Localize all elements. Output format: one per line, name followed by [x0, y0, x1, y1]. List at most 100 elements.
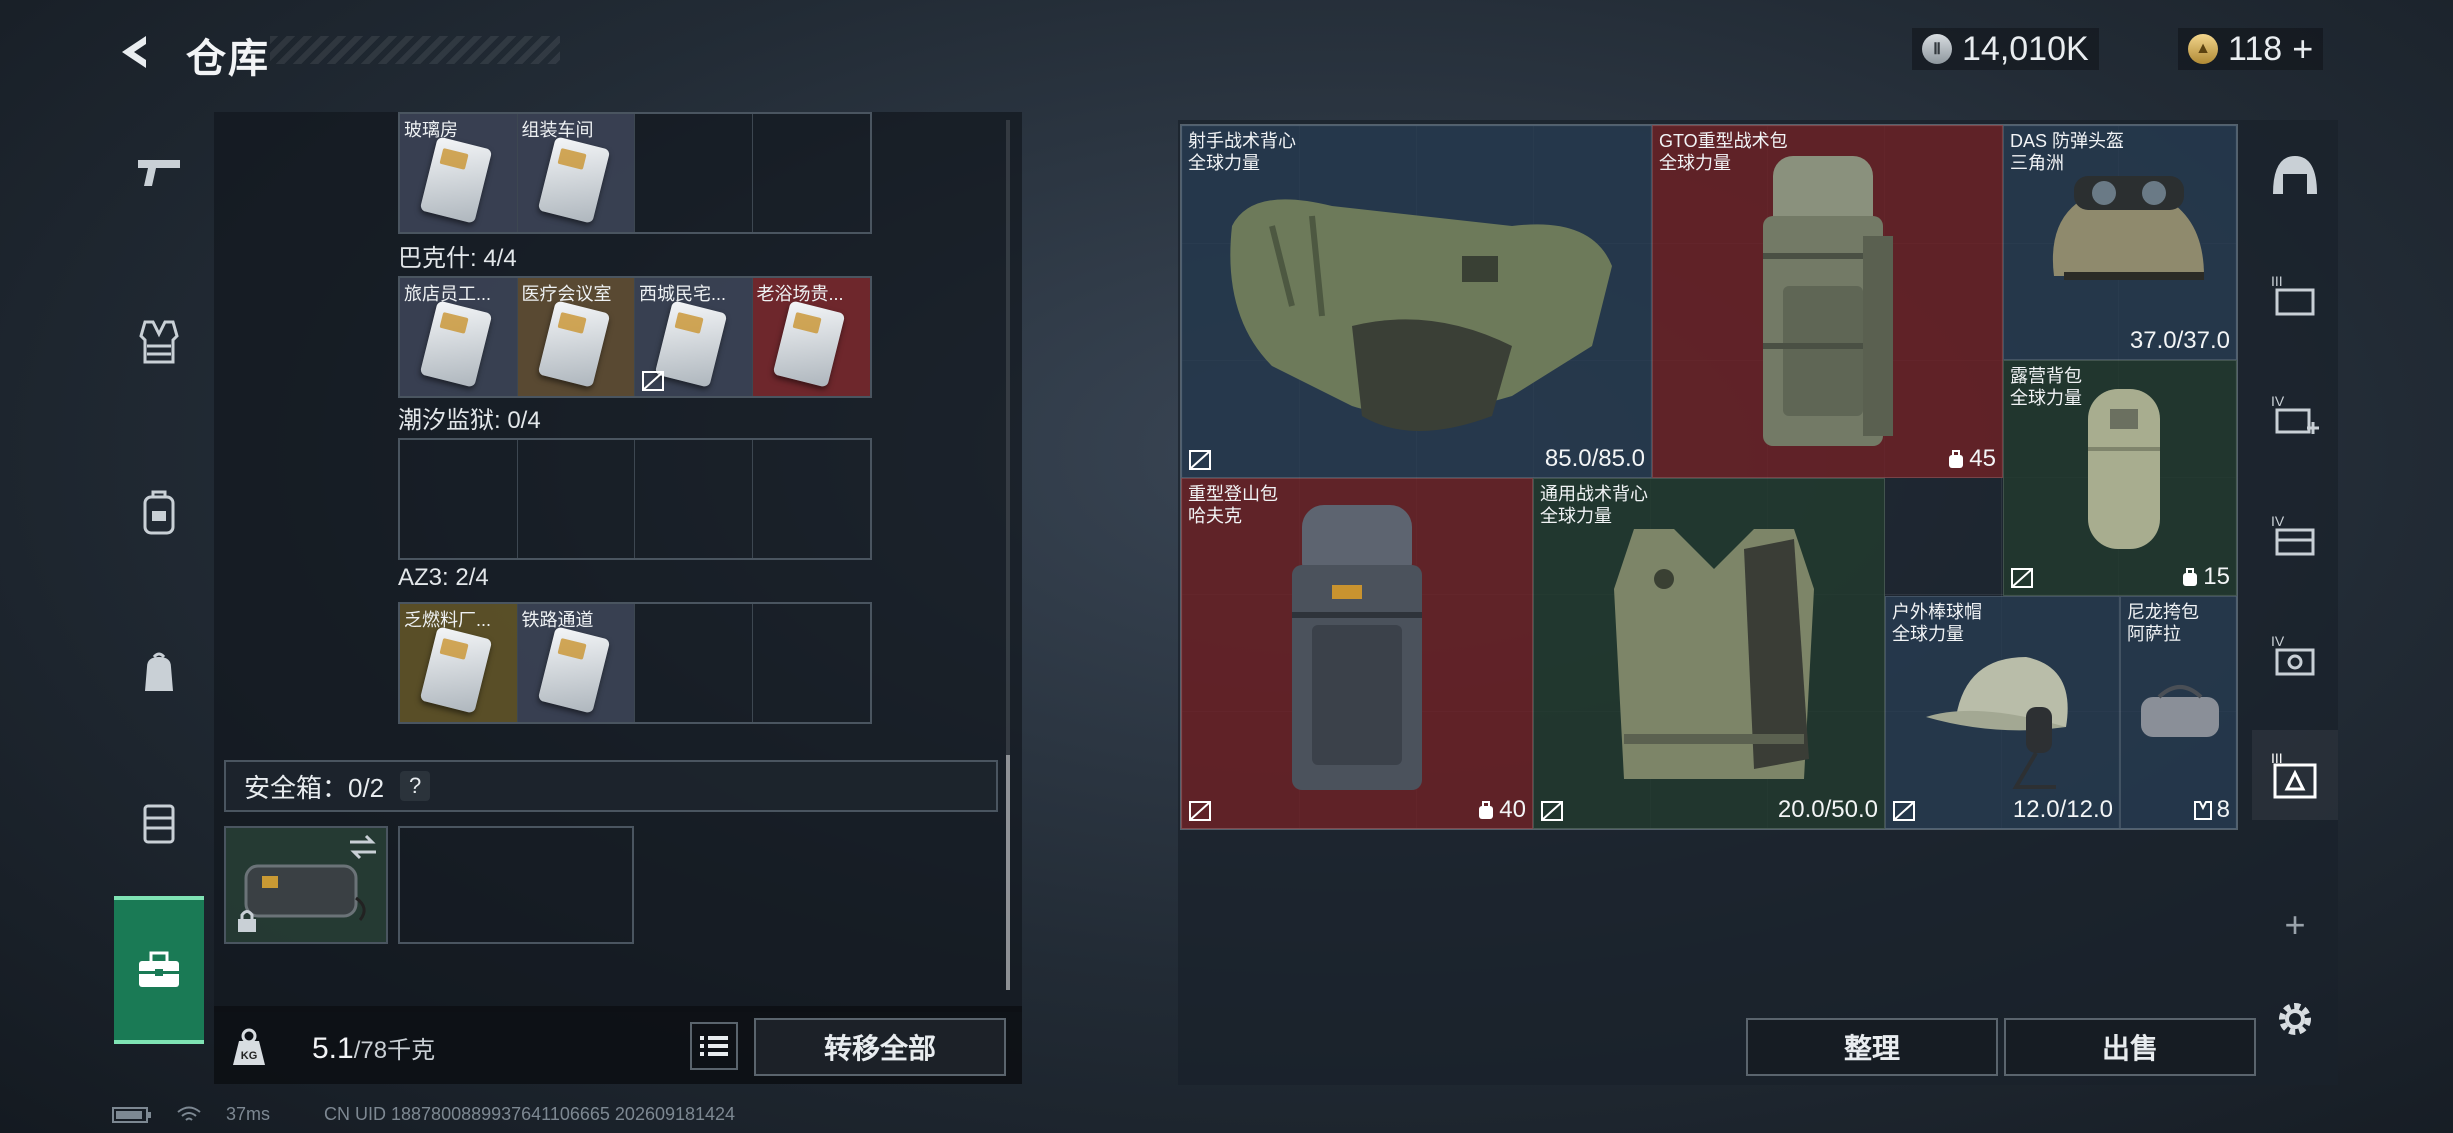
keycard-label: 玻璃房 — [404, 120, 458, 140]
wifi-icon — [177, 1106, 201, 1121]
inventory-item[interactable]: 重型登山包 哈夫克 40 — [1181, 478, 1533, 829]
add-currency-button[interactable]: + — [2292, 28, 2313, 70]
armor-iv-key-icon: IV — [2271, 633, 2315, 676]
add-slot-button[interactable]: + — [2252, 880, 2338, 970]
keycard-icon — [537, 136, 610, 224]
battery-icon — [112, 1106, 151, 1123]
tactical-vest-icon — [1230, 199, 1612, 431]
keycard-icon — [772, 300, 845, 388]
sell-button[interactable]: 出售 — [2004, 1018, 2256, 1076]
duffel-bag-icon — [2141, 685, 2219, 737]
pistol-icon — [138, 160, 180, 186]
empty-slot[interactable] — [635, 114, 753, 232]
settings-button[interactable] — [2270, 994, 2320, 1044]
empty-slot[interactable] — [635, 604, 753, 722]
keycard-slot[interactable]: 乏燃料厂... — [400, 604, 518, 722]
keycard-slot[interactable]: 铁路通道 — [517, 604, 635, 722]
inventory-item[interactable]: GTO重型战术包 全球力量 45 — [1652, 125, 2003, 478]
keycard-slot[interactable]: 旅店员工... — [400, 278, 518, 396]
item-capacity: 45 — [1947, 445, 1996, 473]
keycard-icon — [654, 300, 728, 388]
capacity-icon — [1949, 450, 1964, 468]
nav-armor-iv-add[interactable]: IV — [2252, 370, 2338, 460]
safe-box-empty-slot[interactable] — [398, 826, 634, 944]
inventory-item[interactable]: 尼龙挎包 阿萨拉 8 — [2120, 596, 2237, 829]
item-capacity: 8 — [2193, 796, 2230, 824]
empty-slot[interactable] — [753, 604, 871, 722]
empty-slot[interactable] — [753, 114, 871, 232]
keycard-label: 乏燃料厂... — [404, 610, 492, 630]
empty-slot[interactable] — [518, 440, 635, 558]
safe-box-slot[interactable] — [224, 826, 388, 944]
nav-armor-iii-active[interactable]: III — [2252, 730, 2338, 820]
keycard-label: 老浴场贵... — [756, 284, 844, 304]
keycard-row-top: 玻璃房 组装车间 — [398, 112, 872, 234]
keycard-slot[interactable]: 西城民宅... — [635, 278, 753, 396]
weight-readout: 5.1/78千克 — [312, 1030, 435, 1066]
back-button[interactable] — [112, 28, 160, 76]
status-bar: 37ms CN UID 1887800889937641106665 20260… — [112, 1104, 735, 1125]
title-decoration — [270, 36, 560, 64]
keycard-row-tide-prison — [398, 438, 872, 560]
inventory-item[interactable]: 户外棒球帽 全球力量 12.0/12.0 — [1885, 596, 2120, 829]
nav-armor-iv[interactable]: IV — [2252, 490, 2338, 580]
nav-armor-iv-key[interactable]: IV — [2252, 610, 2338, 700]
gold-coin-icon: ▲ — [2188, 34, 2218, 64]
nav-helmet-slot[interactable] — [2252, 130, 2338, 220]
inventory-item[interactable]: DAS 防弹头盔 三角洲 37.0/37.0 — [2003, 125, 2237, 360]
keycard-slot[interactable]: 老浴场贵... — [752, 278, 870, 396]
uid-text: CN UID 1887800889937641106665 2026091814… — [324, 1104, 736, 1124]
keycard-label: 组装车间 — [521, 120, 594, 140]
page-title: 仓库 — [186, 37, 270, 81]
keycard-slot[interactable]: 玻璃房 — [400, 114, 518, 232]
nav-bags[interactable] — [114, 612, 204, 732]
swap-icon[interactable] — [348, 834, 378, 860]
armor-iv-add-icon: IV — [2271, 393, 2319, 434]
empty-slot[interactable] — [753, 440, 871, 558]
no-insure-icon — [642, 371, 664, 391]
toolbox-icon — [139, 951, 179, 987]
left-category-nav — [114, 112, 204, 1047]
vest-capacity-icon — [2193, 801, 2212, 820]
inventory-item[interactable]: 通用战术背心 全球力量 20.0/50.0 — [1533, 478, 1885, 829]
keycard-icon — [537, 300, 610, 388]
general-vest-icon — [1614, 529, 1814, 779]
no-insure-icon — [1189, 450, 1211, 470]
empty-slot[interactable] — [635, 440, 753, 558]
inventory-item[interactable]: 露营背包 全球力量 15 — [2003, 360, 2237, 596]
help-icon[interactable]: ? — [400, 771, 431, 801]
nav-weapons[interactable] — [114, 112, 204, 232]
gold-amount: 118 — [2228, 29, 2283, 68]
keycard-slot[interactable]: 组装车间 — [517, 114, 635, 232]
svg-text:IV: IV — [2271, 633, 2285, 649]
keycard-icon — [419, 136, 493, 224]
list-view-button[interactable] — [690, 1022, 738, 1070]
nav-rigs[interactable] — [114, 762, 204, 882]
item-name: 尼龙挎包 阿萨拉 — [2127, 602, 2199, 644]
no-insure-icon — [1541, 801, 1563, 821]
nav-backpacks[interactable] — [114, 452, 204, 572]
empty-slot[interactable] — [400, 440, 518, 558]
nav-safe-box[interactable] — [114, 896, 204, 1044]
item-capacity: 40 — [1477, 796, 1526, 824]
storage-scroll-thumb[interactable] — [1006, 755, 1010, 990]
weight-value: 5.1 — [312, 1032, 354, 1065]
armor-iv-icon: IV — [2271, 513, 2315, 556]
sort-button[interactable]: 整理 — [1746, 1018, 1998, 1076]
inventory-item[interactable]: 射手战术背心 全球力量 85.0/85.0 — [1181, 125, 1652, 478]
keycard-label: 旅店员工... — [404, 284, 492, 304]
safe-case-icon — [244, 864, 366, 921]
keycard-slot[interactable]: 医疗会议室 — [517, 278, 635, 396]
item-capacity: 15 — [2181, 563, 2230, 591]
weight-max: /78千克 — [353, 1037, 436, 1064]
keycard-label: 医疗会议室 — [521, 284, 612, 304]
camping-pack-icon — [2088, 389, 2160, 549]
backpack-icon — [143, 490, 175, 535]
transfer-all-button[interactable]: 转移全部 — [754, 1018, 1006, 1076]
nav-armor-iii[interactable]: III — [2252, 250, 2338, 340]
nav-armor[interactable] — [114, 282, 204, 402]
lock-icon — [238, 910, 256, 932]
baseball-cap-icon — [1926, 657, 2068, 789]
keycard-icon — [419, 300, 493, 388]
keycard-icon — [419, 626, 493, 714]
